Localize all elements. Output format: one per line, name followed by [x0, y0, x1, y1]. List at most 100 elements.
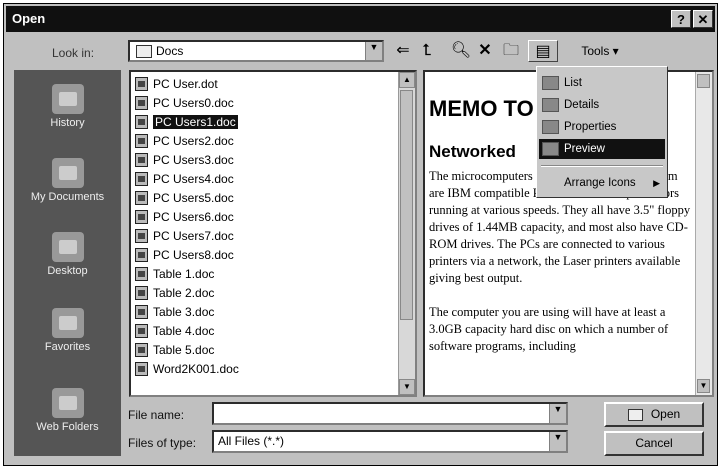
history-icon: [51, 84, 84, 114]
file-name-label: File name:: [128, 408, 185, 422]
place-label: Desktop: [47, 265, 88, 277]
tools-menu-button[interactable]: Tools ▾: [574, 40, 626, 62]
list-item[interactable]: PC Users4.doc: [135, 169, 234, 188]
list-item[interactable]: Table 1.doc: [135, 264, 214, 283]
list-item[interactable]: Table 2.doc: [135, 283, 214, 302]
list-item[interactable]: Table 4.doc: [135, 321, 214, 340]
document-icon: [135, 247, 148, 262]
scroll-up-icon[interactable]: [697, 74, 710, 88]
delete-button[interactable]: ✕: [474, 40, 496, 62]
views-icon: ▤: [535, 43, 551, 60]
document-icon: [135, 285, 148, 300]
properties-view-icon: [542, 120, 559, 134]
list-item[interactable]: PC User.dot: [135, 74, 218, 93]
document-icon: [135, 95, 148, 110]
list-item[interactable]: PC Users8.doc: [135, 245, 234, 264]
document-icon: [135, 133, 148, 148]
favorites-icon: [51, 308, 84, 338]
my-documents-icon: [51, 158, 84, 188]
chevron-down-icon[interactable]: ▼: [549, 404, 566, 423]
place-label: Favorites: [44, 341, 91, 353]
look-in-value: Docs: [156, 44, 184, 58]
list-item[interactable]: Table 3.doc: [135, 302, 214, 321]
document-icon: [135, 266, 148, 281]
place-label: My Documents: [30, 191, 105, 203]
views-button[interactable]: ▤: [528, 40, 558, 62]
web-folders-icon: [51, 388, 84, 418]
preview-scrollbar[interactable]: ▼: [695, 72, 712, 395]
folder-icon: [136, 45, 152, 58]
document-icon: [135, 76, 148, 91]
new-folder-icon: 🗀: [502, 42, 519, 59]
place-web-folders[interactable]: Web Folders: [14, 388, 121, 433]
places-bar: History My Documents Desktop Favorites W…: [14, 70, 121, 456]
place-favorites[interactable]: Favorites: [14, 308, 121, 353]
place-desktop[interactable]: Desktop: [14, 232, 121, 277]
place-label: Web Folders: [36, 421, 99, 433]
list-item[interactable]: PC Users2.doc: [135, 131, 234, 150]
list-item[interactable]: PC Users7.doc: [135, 226, 234, 245]
scroll-thumb[interactable]: [400, 90, 413, 320]
place-my-documents[interactable]: My Documents: [14, 158, 121, 203]
look-in-dropdown[interactable]: Docs ▼: [128, 40, 384, 62]
chevron-down-icon[interactable]: ▼: [549, 432, 566, 451]
menu-item-properties[interactable]: Properties: [539, 117, 665, 137]
document-icon: [135, 190, 148, 205]
preview-paragraph: The computer you are using will have at …: [429, 305, 669, 353]
list-item[interactable]: PC Users3.doc: [135, 150, 234, 169]
menu-item-details[interactable]: Details: [539, 95, 665, 115]
chevron-down-icon[interactable]: ▼: [365, 42, 382, 60]
document-icon: [135, 304, 148, 319]
title-bar[interactable]: Open ? ✕: [6, 6, 715, 32]
list-item[interactable]: Table 5.doc: [135, 340, 214, 359]
document-icon: [135, 361, 148, 376]
file-name-field[interactable]: ▼: [212, 402, 568, 425]
list-item[interactable]: PC Users0.doc: [135, 93, 234, 112]
dialog-title: Open: [12, 11, 46, 26]
back-button[interactable]: ⇐: [392, 40, 414, 62]
list-item[interactable]: PC Users6.doc: [135, 207, 234, 226]
scroll-up-icon[interactable]: ▲: [399, 72, 415, 88]
files-of-type-label: Files of type:: [128, 436, 197, 450]
open-dialog: Open ? ✕ Look in: Docs ▼ ⇐ ⮤ 🔍︎ ✕ 🗀 ▤ To…: [3, 3, 718, 466]
open-button[interactable]: Open: [604, 402, 704, 427]
scroll-down-icon[interactable]: ▼: [399, 379, 415, 395]
document-icon: [135, 323, 148, 338]
look-in-label: Look in:: [52, 46, 95, 60]
new-folder-button[interactable]: 🗀: [500, 40, 522, 62]
document-icon: [135, 342, 148, 357]
desktop-icon: [51, 232, 84, 262]
help-button[interactable]: ?: [671, 10, 691, 28]
menu-item-preview[interactable]: Preview: [539, 139, 665, 159]
search-icon: 🔍︎: [450, 42, 472, 59]
scroll-down-icon[interactable]: ▼: [697, 379, 710, 393]
preview-subheading: Networked: [429, 142, 516, 161]
back-arrow-icon: ⇐: [396, 42, 410, 59]
menu-separator: [541, 165, 663, 167]
close-button[interactable]: ✕: [693, 10, 713, 28]
place-label: History: [50, 117, 85, 129]
up-folder-icon: ⮤: [422, 42, 432, 59]
delete-icon: ✕: [478, 42, 492, 59]
up-one-level-button[interactable]: ⮤: [416, 40, 438, 62]
menu-item-list[interactable]: List: [539, 73, 665, 93]
document-icon: [135, 152, 148, 167]
details-view-icon: [542, 98, 559, 112]
list-item[interactable]: PC Users5.doc: [135, 188, 234, 207]
list-item-selected[interactable]: PC Users1.doc: [135, 112, 238, 131]
menu-item-arrange-icons[interactable]: Arrange Icons ▶: [539, 173, 665, 193]
document-icon: [135, 209, 148, 224]
list-item[interactable]: Word2K001.doc: [135, 359, 239, 378]
file-list[interactable]: PC User.dot PC Users0.doc PC Users1.doc …: [129, 70, 417, 397]
views-menu: List Details Properties Preview Arrange …: [536, 66, 668, 198]
open-folder-icon: [627, 408, 643, 421]
search-web-button[interactable]: 🔍︎: [450, 40, 472, 62]
place-history[interactable]: History: [14, 84, 121, 129]
document-icon: [135, 114, 148, 129]
list-view-icon: [542, 76, 559, 90]
cancel-button[interactable]: Cancel: [604, 431, 704, 456]
preview-view-icon: [542, 142, 559, 156]
chevron-right-icon: ▶: [653, 178, 660, 188]
file-list-scrollbar[interactable]: ▲ ▼: [398, 72, 415, 395]
files-of-type-dropdown[interactable]: All Files (*.*) ▼: [212, 430, 568, 453]
